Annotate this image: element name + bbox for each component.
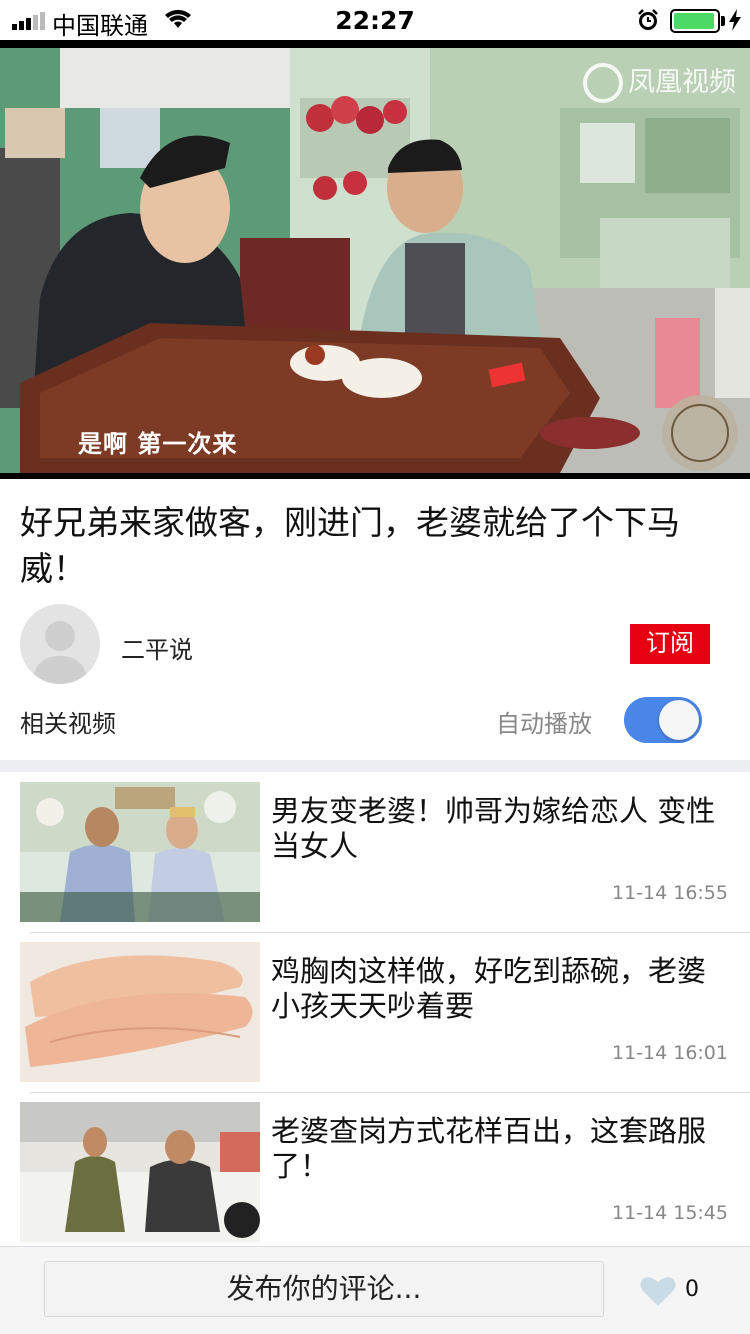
list-item[interactable]: 老婆查岗方式花样百出，这套路服了！ 11-14 15:45 bbox=[0, 1102, 750, 1262]
list-item-title: 男友变老婆！帅哥为嫁给恋人 变性当女人 bbox=[271, 794, 716, 863]
video-thumbnail bbox=[20, 942, 260, 1082]
list-separator bbox=[30, 1092, 750, 1093]
list-item[interactable]: 鸡胸肉这样做，好吃到舔碗，老婆小孩天天吵着要 11-14 16:01 bbox=[0, 942, 750, 1102]
autoplay-toggle[interactable] bbox=[624, 697, 702, 743]
video-player[interactable]: 凤凰视频 是啊 第一次来 bbox=[0, 40, 750, 519]
video-subtitle: 是啊 第一次来 bbox=[78, 430, 238, 458]
section-divider bbox=[0, 760, 750, 772]
list-item-time: 11-14 16:01 bbox=[611, 1042, 728, 1064]
like-count: 0 bbox=[685, 1277, 699, 1302]
user-silhouette-icon bbox=[32, 621, 88, 684]
alarm-icon bbox=[638, 9, 658, 30]
author-name[interactable]: 二平说 bbox=[121, 630, 193, 665]
video-thumbnail bbox=[20, 1102, 260, 1242]
subscribe-button[interactable]: 订阅 bbox=[630, 624, 710, 664]
video-frame bbox=[0, 48, 750, 473]
list-item-title: 老婆查岗方式花样百出，这套路服了！ bbox=[271, 1114, 707, 1183]
battery-icon bbox=[670, 9, 720, 33]
list-item[interactable]: 男友变老婆！帅哥为嫁给恋人 变性当女人 11-14 16:55 bbox=[0, 782, 750, 942]
list-item-title: 鸡胸肉这样做，好吃到舔碗，老婆小孩天天吵着要 bbox=[271, 954, 707, 1023]
battery-nub bbox=[721, 16, 725, 26]
toggle-knob bbox=[659, 700, 699, 740]
autoplay-label: 自动播放 bbox=[496, 710, 592, 738]
avatar[interactable] bbox=[20, 604, 100, 684]
charging-icon bbox=[729, 9, 741, 31]
video-thumbnail bbox=[20, 782, 260, 922]
heart-icon[interactable] bbox=[640, 1275, 676, 1307]
related-videos-label: 相关视频 bbox=[20, 710, 116, 738]
battery-level bbox=[674, 13, 714, 29]
list-separator bbox=[30, 932, 750, 933]
video-watermark: 凤凰视频 bbox=[628, 67, 736, 98]
list-item-time: 11-14 15:45 bbox=[611, 1202, 728, 1224]
status-bar: 中国联通 22:27 bbox=[0, 0, 750, 40]
bottom-bar: 发布你的评论... 0 bbox=[0, 1246, 750, 1334]
list-item-time: 11-14 16:55 bbox=[611, 882, 728, 904]
comment-button[interactable]: 发布你的评论... bbox=[44, 1261, 604, 1317]
video-title: 好兄弟来家做客，刚进门，老婆就给了个下马威！ bbox=[20, 503, 680, 588]
